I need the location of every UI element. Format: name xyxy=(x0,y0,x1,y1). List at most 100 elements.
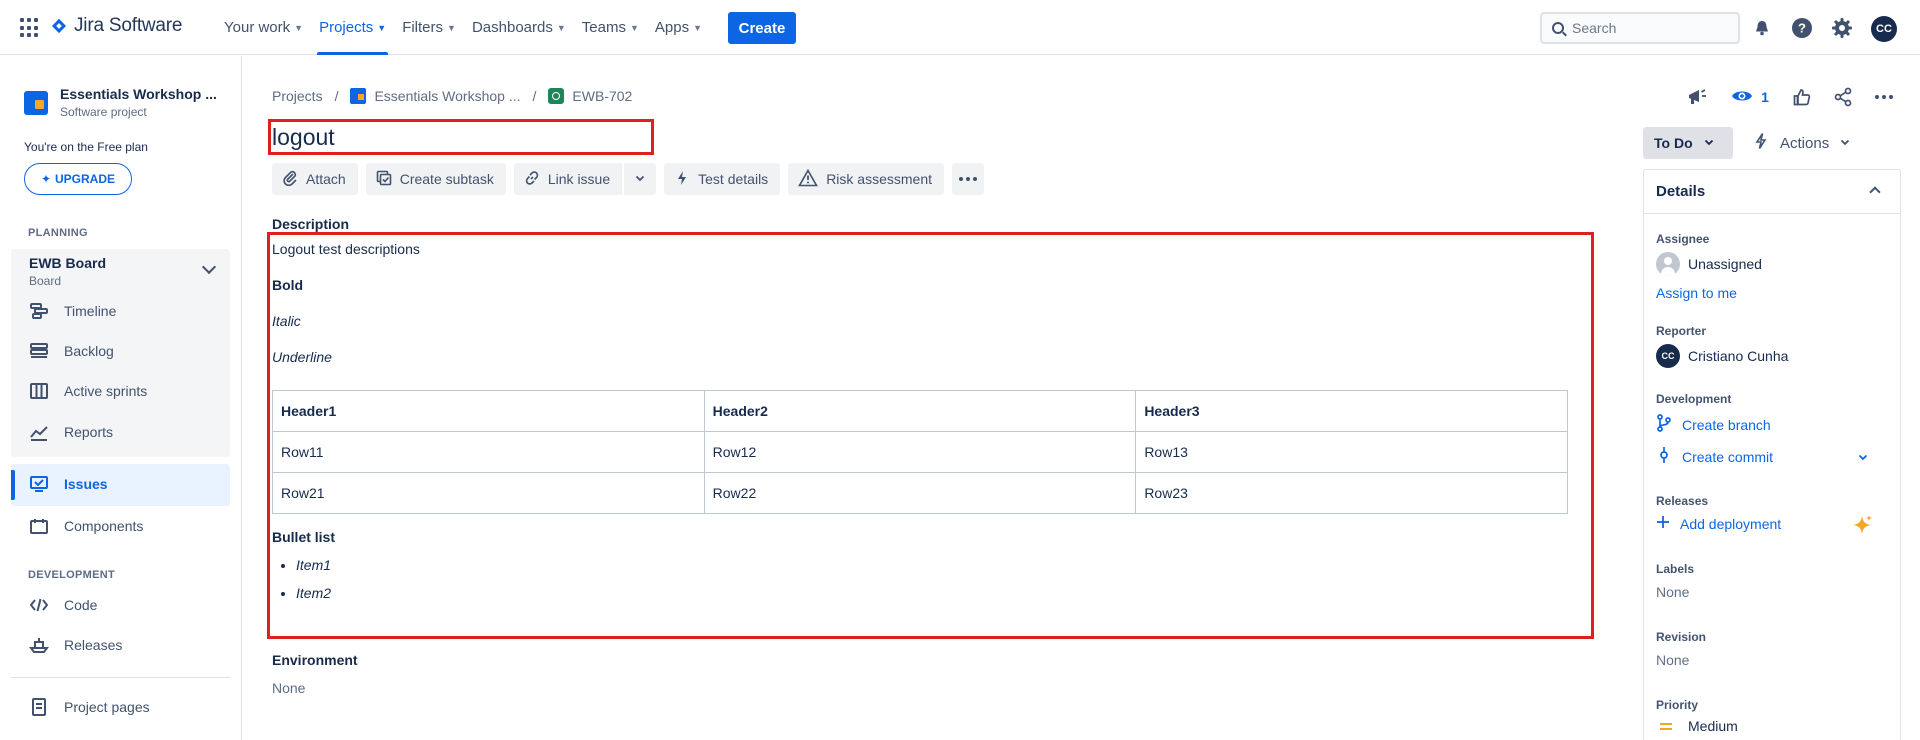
assignee-label: Assignee xyxy=(1656,232,1710,246)
nav-filters[interactable]: Filters ▼ xyxy=(394,0,464,55)
issue-title[interactable]: logout xyxy=(272,124,335,151)
sidebar-item-releases[interactable]: Releases xyxy=(28,634,122,656)
sidebar-item-components[interactable]: Components xyxy=(28,515,143,537)
user-avatar[interactable]: CC xyxy=(1871,16,1897,42)
top-navigation: Jira Software Your work ▼ Projects ▼ Filte… xyxy=(0,0,1920,55)
jira-logo[interactable]: Jira Software xyxy=(50,15,182,37)
search-input[interactable]: Search xyxy=(1540,12,1740,44)
link-issue-button[interactable]: Link issue xyxy=(513,163,623,195)
description-italic: Italic xyxy=(272,313,301,329)
status-label: To Do xyxy=(1654,135,1693,151)
breadcrumb-issue-key[interactable]: EWB-702 xyxy=(572,88,632,104)
chevron-down-icon: ▼ xyxy=(294,22,304,33)
reporter-field[interactable]: CC Cristiano Cunha xyxy=(1656,344,1788,368)
search-placeholder: Search xyxy=(1572,20,1617,36)
add-deployment-link[interactable]: Add deployment xyxy=(1656,515,1781,532)
upgrade-button[interactable]: ✦ UPGRADE xyxy=(24,163,132,195)
labels-label: Labels xyxy=(1656,562,1695,576)
notifications-icon[interactable] xyxy=(1750,16,1774,40)
bullet-list-heading: Bullet list xyxy=(272,529,336,545)
ai-sparkle-icon[interactable] xyxy=(1851,514,1873,539)
assignee-field[interactable]: Unassigned xyxy=(1656,252,1762,276)
megaphone-icon[interactable] xyxy=(1684,85,1710,109)
components-icon xyxy=(28,515,50,537)
details-title[interactable]: Details xyxy=(1656,183,1705,200)
upgrade-label: UPGRADE xyxy=(55,172,116,186)
description-content[interactable]: Logout test descriptions Bold Italic Und… xyxy=(272,240,1568,612)
sidebar-item-project-pages[interactable]: Project pages xyxy=(28,696,150,718)
create-subtask-button[interactable]: Create subtask xyxy=(365,163,506,195)
actions-dropdown[interactable]: Actions xyxy=(1752,127,1851,159)
link-issue-dropdown[interactable] xyxy=(624,163,657,195)
risk-assessment-button[interactable]: Risk assessment xyxy=(788,163,944,195)
status-dropdown[interactable]: To Do xyxy=(1643,127,1733,159)
share-icon[interactable] xyxy=(1831,85,1855,109)
labels-value[interactable]: None xyxy=(1656,584,1689,600)
page-icon xyxy=(28,696,50,718)
chevron-down-icon xyxy=(1839,135,1851,152)
commit-icon xyxy=(1656,446,1672,467)
list-item: Item2 xyxy=(296,584,1568,612)
nav-teams[interactable]: Teams ▼ xyxy=(574,0,647,55)
environment-value[interactable]: None xyxy=(272,680,305,696)
branch-icon xyxy=(1656,414,1672,435)
list-item: Item1 xyxy=(296,556,1568,584)
sidebar-item-timeline[interactable]: Timeline xyxy=(28,300,116,322)
reporter-value: Cristiano Cunha xyxy=(1688,348,1789,364)
table-header-cell: Header2 xyxy=(703,390,1137,432)
risk-assessment-label: Risk assessment xyxy=(826,171,932,187)
table-cell: Row21 xyxy=(272,472,705,514)
nav-label: Your work xyxy=(224,19,291,36)
sidebar-active-indicator xyxy=(11,470,15,500)
revision-value[interactable]: None xyxy=(1656,652,1689,668)
bullet-list: Item1 Item2 xyxy=(272,556,1568,612)
link-issue-group: Link issue xyxy=(513,163,657,195)
breadcrumb-project[interactable]: Essentials Workshop ... xyxy=(374,88,520,104)
watch-button[interactable]: 1 xyxy=(1728,85,1772,109)
board-selector[interactable]: EWB Board Board xyxy=(29,255,106,288)
nav-projects[interactable]: Projects ▼ xyxy=(311,0,394,55)
app-switcher-icon[interactable] xyxy=(20,18,40,38)
sidebar-item-label: Components xyxy=(64,518,144,534)
sidebar-item-label: Active sprints xyxy=(64,383,148,399)
environment-label: Environment xyxy=(272,652,358,668)
nav-dashboards[interactable]: Dashboards ▼ xyxy=(464,0,574,55)
assign-to-me-link[interactable]: Assign to me xyxy=(1656,285,1737,301)
assignee-value: Unassigned xyxy=(1688,256,1762,272)
settings-gear-icon[interactable] xyxy=(1830,16,1854,40)
like-icon[interactable] xyxy=(1790,85,1814,109)
chevron-down-icon[interactable] xyxy=(1857,450,1869,466)
releases-label: Releases xyxy=(1656,494,1709,508)
development-section-label: DEVELOPMENT xyxy=(28,569,116,581)
nav-your-work[interactable]: Your work ▼ xyxy=(216,0,311,55)
lightning-icon xyxy=(674,170,690,189)
sparkle-icon: ✦ xyxy=(40,172,52,186)
sidebar-item-backlog[interactable]: Backlog xyxy=(28,340,114,362)
nav-apps[interactable]: Apps ▼ xyxy=(647,0,710,55)
more-actions-icon[interactable] xyxy=(952,163,984,195)
project-avatar-icon xyxy=(24,90,48,115)
chevron-down-icon: ▼ xyxy=(693,22,702,33)
breadcrumb-separator: / xyxy=(334,88,339,104)
link-icon xyxy=(524,170,540,189)
sidebar-item-reports[interactable]: Reports xyxy=(28,421,113,443)
table-cell: Row11 xyxy=(272,431,705,473)
priority-label: Priority xyxy=(1656,698,1699,712)
more-options-icon[interactable] xyxy=(1872,85,1896,109)
sidebar-item-code[interactable]: Code xyxy=(28,594,97,616)
create-branch-link[interactable]: Create branch xyxy=(1656,414,1771,435)
description-underline: Underline xyxy=(272,349,332,365)
create-commit-link[interactable]: Create commit xyxy=(1656,446,1773,467)
test-details-button[interactable]: Test details xyxy=(664,163,781,195)
attach-button[interactable]: Attach xyxy=(272,163,358,195)
sidebar-item-active-sprints[interactable]: Active sprints xyxy=(28,380,147,402)
create-button[interactable]: Create xyxy=(728,12,796,44)
project-header[interactable]: Essentials Workshop ... Software project xyxy=(24,86,217,119)
priority-field[interactable]: Medium xyxy=(1656,718,1738,734)
nav-label: Teams xyxy=(581,19,626,36)
svg-text:?: ? xyxy=(1798,21,1806,36)
breadcrumb-projects[interactable]: Projects xyxy=(272,88,323,104)
sidebar-item-issues[interactable]: Issues xyxy=(28,473,108,495)
sidebar-item-label: Reports xyxy=(64,424,114,440)
help-icon[interactable]: ? xyxy=(1790,16,1814,40)
